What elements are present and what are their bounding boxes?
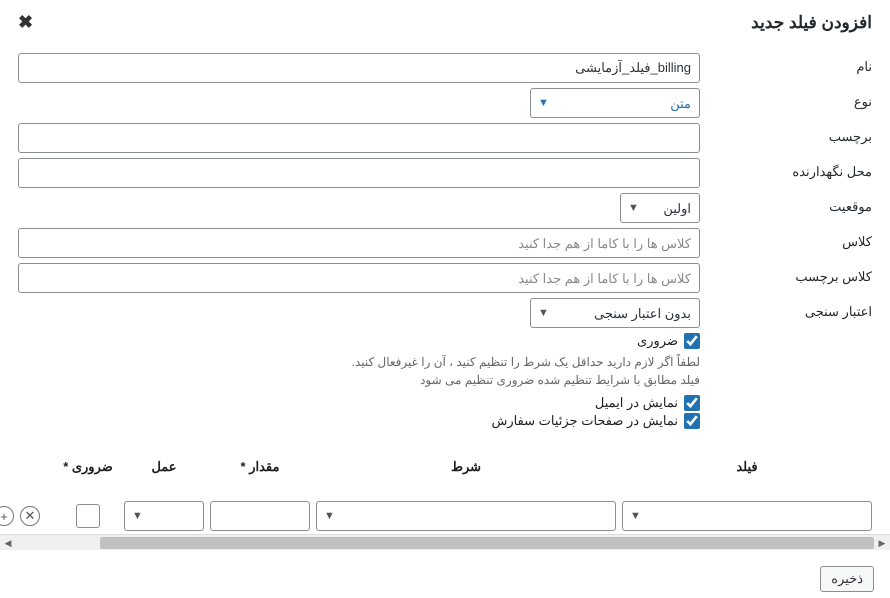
label-class-input[interactable] [18, 263, 700, 293]
add-field-modal: افزودن فیلد جدید ✖ نام نوع متن ▼ برچسب م… [0, 0, 890, 541]
required-help: لطفاً اگر لازم دارید حداقل یک شرط را تنظ… [340, 353, 700, 389]
validation-select[interactable]: بدون اعتبار سنجی [530, 298, 700, 328]
horizontal-scrollbar[interactable]: ◀ ▶ [0, 534, 890, 550]
label-placeholder: محل نگهدارنده [712, 158, 872, 180]
label-position: موقعیت [712, 193, 872, 215]
close-icon[interactable]: ✖ [18, 12, 33, 33]
scroll-left-icon[interactable]: ◀ [0, 535, 16, 551]
placeholder-input[interactable] [18, 158, 700, 188]
show-email-label: نمایش در ایمیل [595, 395, 678, 411]
col-value: مقدار * [210, 459, 310, 499]
cond-cond-select[interactable] [316, 501, 616, 531]
save-button[interactable]: ذخیره [820, 566, 874, 592]
type-select[interactable]: متن [530, 88, 700, 118]
show-order-checkbox[interactable] [684, 413, 700, 429]
show-email-checkbox[interactable] [684, 395, 700, 411]
label-name: نام [712, 53, 872, 75]
condition-row: ▼ ▼ ▼ ✕ + [18, 499, 872, 533]
modal-title: افزودن فیلد جدید [751, 13, 872, 33]
required-checkbox[interactable] [684, 333, 700, 349]
label-validation: اعتبار سنجی [712, 298, 872, 320]
scroll-right-icon[interactable]: ▶ [874, 535, 890, 551]
conditions-table: فیلد شرط مقدار * عمل ضروری * ▼ ▼ ▼ ✕ [18, 459, 872, 533]
label-type: نوع [712, 88, 872, 110]
position-select[interactable]: اولین [620, 193, 700, 223]
col-field: فیلد [622, 459, 872, 499]
modal-footer: ذخیره [820, 566, 874, 592]
label-field-label: برچسب [712, 123, 872, 145]
cond-op-select[interactable] [124, 501, 204, 531]
col-req: ضروری * [58, 459, 118, 499]
col-cond: شرط [316, 459, 616, 499]
required-label: ضروری [637, 333, 678, 349]
label-class: کلاس [712, 228, 872, 250]
remove-icon[interactable]: ✕ [20, 506, 40, 526]
class-input[interactable] [18, 228, 700, 258]
modal-header: افزودن فیلد جدید ✖ [18, 12, 872, 33]
scroll-thumb[interactable] [100, 537, 874, 549]
label-label-class: کلاس برچسب [712, 263, 872, 285]
col-op: عمل [124, 459, 204, 499]
show-order-label: نمایش در صفحات جزئیات سفارش [491, 413, 678, 429]
label-input[interactable] [18, 123, 700, 153]
cond-field-select[interactable] [622, 501, 872, 531]
name-input[interactable] [18, 53, 700, 83]
add-icon[interactable]: + [0, 506, 14, 526]
cond-req-box[interactable] [76, 504, 100, 528]
cond-value-input[interactable] [210, 501, 310, 531]
